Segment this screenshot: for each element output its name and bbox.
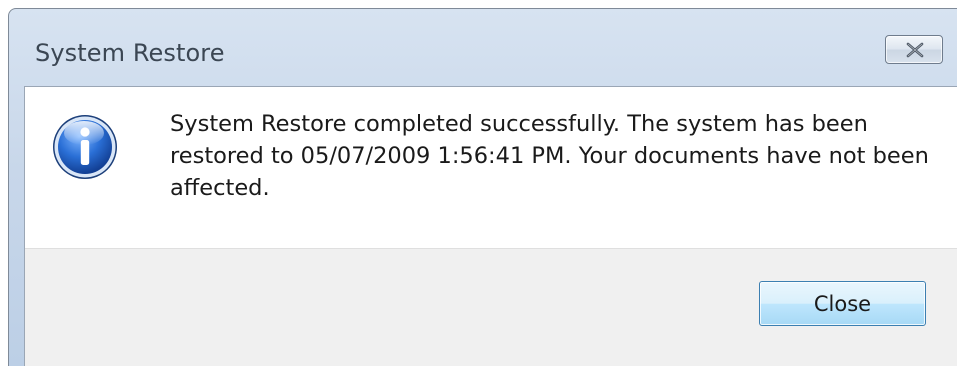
- dialog-footer: Close: [25, 249, 957, 366]
- dialog-window: System Restore System Restore completed …: [8, 8, 957, 366]
- close-icon: [906, 42, 924, 58]
- message-area: System Restore completed successfully. T…: [25, 87, 957, 248]
- dialog-message: System Restore completed successfully. T…: [170, 111, 929, 201]
- close-button[interactable]: Close: [759, 281, 926, 326]
- dialog-client-area: System Restore completed successfully. T…: [24, 86, 957, 366]
- title-close-button[interactable]: [885, 35, 943, 64]
- title-bar[interactable]: System Restore: [9, 9, 957, 87]
- info-icon: [53, 115, 117, 179]
- window-title: System Restore: [35, 39, 225, 67]
